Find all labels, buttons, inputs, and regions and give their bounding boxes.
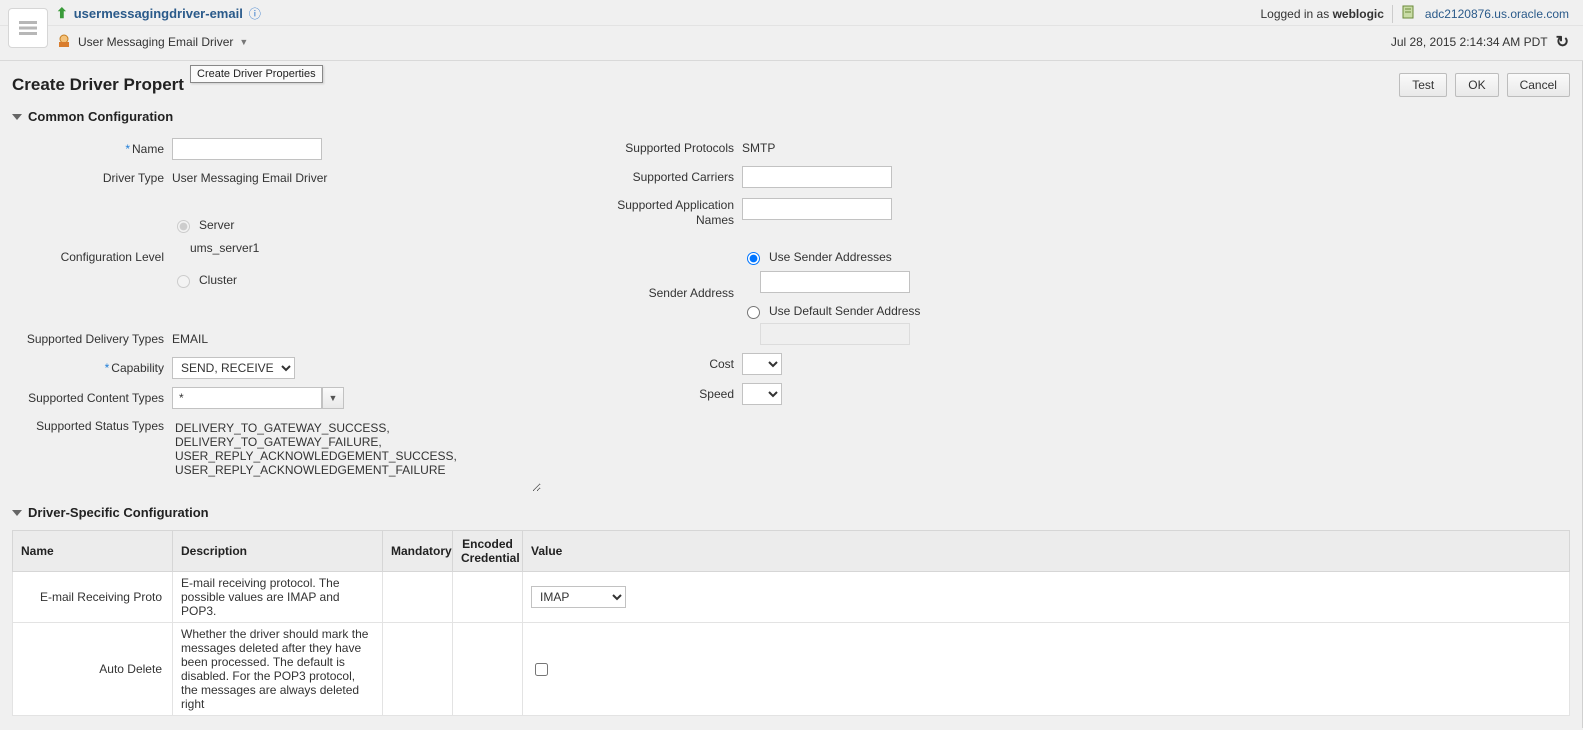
content-types-dropdown-button[interactable]: ▼ [322, 387, 344, 409]
th-desc[interactable]: Description [173, 531, 383, 572]
name-input[interactable] [172, 138, 322, 160]
section-driver-config[interactable]: Driver-Specific Configuration [12, 505, 1570, 520]
logged-in-label: Logged in as weblogic [1260, 7, 1383, 21]
ok-button[interactable]: OK [1455, 73, 1498, 97]
cell-row1-desc: Whether the driver should mark the messa… [173, 623, 383, 716]
cost-select[interactable] [742, 353, 782, 375]
th-name[interactable]: Name [13, 531, 173, 572]
label-protocols: Supported Protocols [582, 141, 742, 155]
disclosure-icon[interactable] [12, 114, 22, 120]
value-protocols: SMTP [742, 141, 1102, 155]
table-row: Auto Delete Whether the driver should ma… [13, 623, 1570, 716]
radio-cluster-label: Cluster [199, 273, 237, 287]
radio-use-default-sender-label: Use Default Sender Address [769, 304, 920, 318]
cell-row0-encoded [453, 572, 523, 623]
section-driver-label: Driver-Specific Configuration [28, 505, 209, 520]
chevron-down-icon[interactable]: ▼ [239, 37, 248, 47]
value-server: ums_server1 [190, 241, 542, 255]
auto-delete-checkbox[interactable] [535, 663, 548, 676]
radio-use-default-sender[interactable] [747, 306, 760, 319]
radio-use-sender-label: Use Sender Addresses [769, 250, 892, 264]
test-button[interactable]: Test [1399, 73, 1447, 97]
label-speed: Speed [582, 387, 742, 401]
speed-select[interactable] [742, 383, 782, 405]
up-nav-icon[interactable]: ⬆ [56, 5, 68, 22]
cell-row1-encoded [453, 623, 523, 716]
cell-row0-name: E-mail Receiving Proto [13, 572, 173, 623]
cell-row0-desc: E-mail receiving protocol. The possible … [173, 572, 383, 623]
page-title: Create Driver Propert Create Driver Prop… [12, 75, 184, 95]
info-icon[interactable]: ⓘ [249, 5, 261, 22]
th-mandatory[interactable]: Mandatory [383, 531, 453, 572]
radio-server-label: Server [199, 218, 234, 232]
host-icon [1401, 4, 1417, 23]
sender-address-input[interactable] [760, 271, 910, 293]
timestamp-label: Jul 28, 2015 2:14:34 AM PDT [1391, 35, 1548, 49]
refresh-icon[interactable]: ↻ [1556, 32, 1569, 52]
table-row: E-mail Receiving Proto E-mail receiving … [13, 572, 1570, 623]
cell-row0-value: IMAP [523, 572, 1570, 623]
label-capability: Capability [111, 361, 164, 375]
page-header: Create Driver Propert Create Driver Prop… [12, 73, 1570, 97]
radio-use-sender[interactable] [747, 252, 760, 265]
cell-row0-mandatory [383, 572, 453, 623]
label-config-level: Configuration Level [12, 214, 172, 264]
label-app-names: Supported Application Names [582, 198, 742, 228]
menu-icon[interactable] [8, 8, 48, 48]
value-driver-type: User Messaging Email Driver [172, 171, 542, 185]
label-carriers: Supported Carriers [582, 170, 742, 184]
section-common-config[interactable]: Common Configuration [12, 109, 1570, 124]
disclosure-icon[interactable] [12, 510, 22, 516]
status-types-textarea[interactable]: DELIVERY_TO_GATEWAY_SUCCESS, DELIVERY_TO… [172, 419, 542, 493]
label-cost: Cost [582, 357, 742, 371]
default-sender-disabled-input [760, 323, 910, 345]
label-sender-address: Sender Address [582, 246, 742, 300]
email-proto-select[interactable]: IMAP [531, 586, 626, 608]
th-encoded[interactable]: Encoded Credential [453, 531, 523, 572]
th-value[interactable]: Value [523, 531, 1570, 572]
cell-row1-name: Auto Delete [13, 623, 173, 716]
label-status-types: Supported Status Types [12, 419, 172, 433]
label-name: Name [132, 142, 164, 156]
radio-server [177, 220, 190, 233]
separator [1392, 5, 1393, 23]
radio-cluster [177, 275, 190, 288]
capability-select[interactable]: SEND, RECEIVE [172, 357, 295, 379]
label-driver-type: Driver Type [12, 171, 172, 185]
tooltip-create-driver-properties: Create Driver Properties [190, 65, 323, 83]
cancel-button[interactable]: Cancel [1507, 73, 1570, 97]
section-common-label: Common Configuration [28, 109, 173, 124]
label-delivery-types: Supported Delivery Types [12, 332, 172, 346]
host-link[interactable]: adc2120876.us.oracle.com [1425, 7, 1569, 21]
app-names-input[interactable] [742, 198, 892, 220]
cell-row1-value [523, 623, 1570, 716]
content-types-input[interactable] [172, 387, 322, 409]
value-delivery-types: EMAIL [172, 332, 542, 346]
driver-type-icon [56, 33, 72, 52]
subheader-bar: User Messaging Email Driver ▼ Jul 28, 20… [0, 26, 1583, 61]
carriers-input[interactable] [742, 166, 892, 188]
breadcrumb-bar: ⬆ usermessagingdriver-email ⓘ Logged in … [0, 0, 1583, 26]
app-title-link[interactable]: usermessagingdriver-email [74, 6, 243, 21]
label-content-types: Supported Content Types [12, 391, 172, 405]
cell-row1-mandatory [383, 623, 453, 716]
subheader-menu[interactable]: User Messaging Email Driver [78, 35, 233, 49]
driver-config-table: Name Description Mandatory Encoded Crede… [12, 530, 1570, 716]
